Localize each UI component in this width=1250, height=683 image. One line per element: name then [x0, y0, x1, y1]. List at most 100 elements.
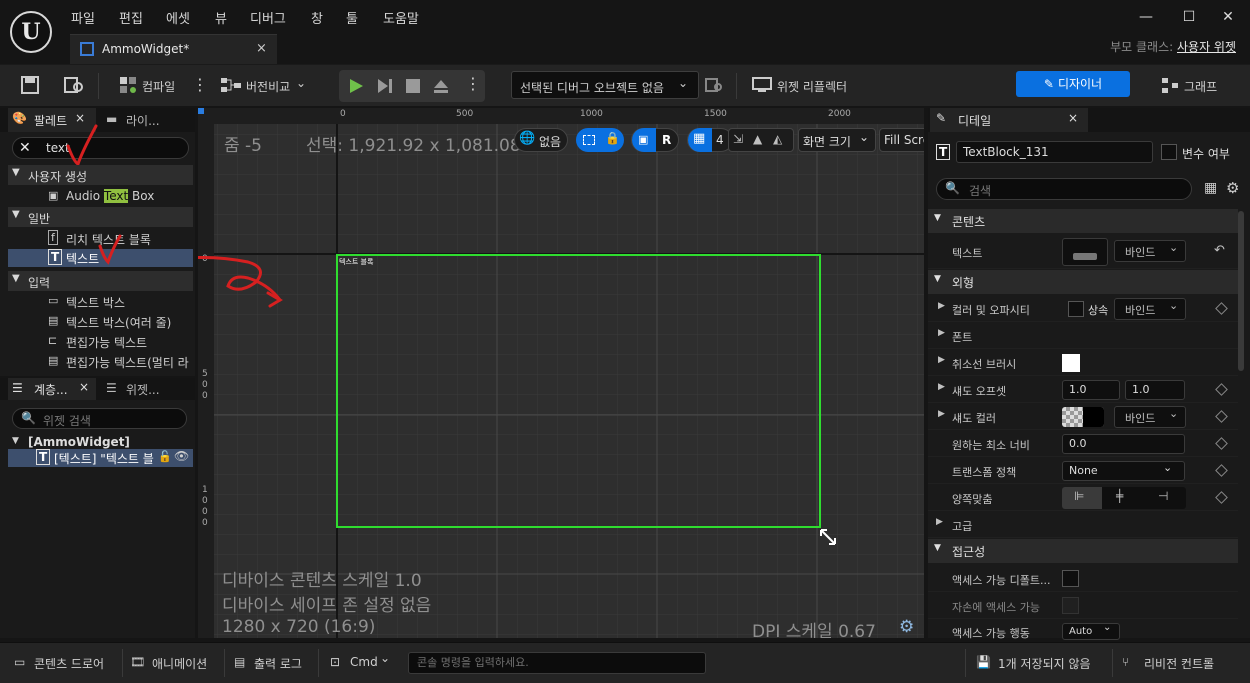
- keyframe-diamond-icon[interactable]: [1215, 410, 1228, 423]
- menu-view[interactable]: 뷰: [215, 8, 227, 28]
- content-drawer-button[interactable]: ▭ 콘텐츠 드로어: [8, 643, 120, 683]
- section-accessibility[interactable]: ▼ 접근성: [928, 539, 1238, 563]
- justify-center-button[interactable]: ╪: [1102, 487, 1144, 509]
- inherit-checkbox[interactable]: [1068, 301, 1084, 317]
- widget-reflector-button[interactable]: 위젯 리플렉터: [777, 78, 847, 95]
- menu-tools[interactable]: 툴: [346, 8, 358, 28]
- maximize-button[interactable]: ☐: [1179, 9, 1199, 27]
- fill-screen-dropdown[interactable]: Fill Scre: [879, 128, 924, 152]
- bind-dropdown[interactable]: 바인드 ⌄: [1114, 298, 1186, 320]
- menu-help[interactable]: 도움말: [383, 8, 419, 28]
- menu-window[interactable]: 창: [311, 8, 323, 28]
- stop-icon[interactable]: [405, 78, 421, 94]
- shadow-color-swatch[interactable]: [1062, 407, 1104, 427]
- reset-icon[interactable]: ↶: [1214, 243, 1225, 258]
- view-mode-buttons[interactable]: ⇲ ▲ ◭: [728, 128, 794, 152]
- tab-widget-bindings[interactable]: ☰ 위젯...: [104, 378, 194, 400]
- bind-dropdown[interactable]: 바인드 ⌄: [1114, 240, 1186, 262]
- respect-lock-toggle[interactable]: ▣ R: [631, 128, 679, 152]
- details-search-input[interactable]: 검색: [969, 182, 991, 199]
- expand-arrow-icon[interactable]: ▶: [938, 409, 945, 419]
- expand-arrow-icon[interactable]: ▶: [938, 301, 945, 311]
- unsaved-assets-button[interactable]: 💾 1개 저장되지 않음: [972, 643, 1108, 683]
- lock-icon[interactable]: 🔓: [158, 450, 172, 463]
- eject-icon[interactable]: [432, 77, 450, 95]
- widget-name-field[interactable]: TextBlock_131: [956, 141, 1153, 163]
- menu-asset[interactable]: 에셋: [166, 8, 190, 28]
- property-matrix-icon[interactable]: ▦: [1204, 180, 1217, 196]
- palette-item-audio-text-box[interactable]: ▣ Audio Text Box: [48, 188, 193, 206]
- parent-class-link[interactable]: 사용자 위젯: [1177, 40, 1236, 54]
- resize-handle-icon[interactable]: [819, 528, 837, 546]
- cmd-dropdown[interactable]: ⊡ Cmd ⌄: [326, 643, 402, 683]
- animation-button[interactable]: 🎞 애니메이션: [126, 643, 222, 683]
- is-variable-checkbox[interactable]: [1161, 144, 1177, 160]
- expand-arrow-icon[interactable]: ▶: [938, 382, 945, 392]
- keyframe-diamond-icon[interactable]: [1215, 302, 1228, 315]
- compile-options-icon[interactable]: ⋮: [192, 75, 208, 94]
- text-value-field[interactable]: [1062, 238, 1108, 266]
- tab-hierarchy[interactable]: ☰ 계층... ×: [8, 378, 96, 400]
- keyframe-diamond-icon[interactable]: [1215, 464, 1228, 477]
- keyframe-diamond-icon[interactable]: [1215, 437, 1228, 450]
- graph-button[interactable]: 그래프: [1184, 78, 1217, 95]
- justify-left-button[interactable]: ⊫: [1062, 487, 1102, 509]
- shadow-offset-y-field[interactable]: 1.0: [1125, 380, 1185, 400]
- justify-right-button[interactable]: ⊣: [1144, 487, 1186, 509]
- clear-search-icon[interactable]: ✕: [19, 140, 31, 156]
- palette-search[interactable]: ✕ text: [12, 137, 189, 159]
- play-options-icon[interactable]: ⋮: [465, 74, 481, 93]
- save-icon[interactable]: [20, 75, 40, 95]
- minimize-button[interactable]: —: [1136, 9, 1156, 27]
- designer-button[interactable]: ✎ 디자이너: [1016, 71, 1130, 97]
- min-width-field[interactable]: 0.0: [1062, 434, 1185, 454]
- hierarchy-item-text-block[interactable]: T [텍스트] "텍스트 블 🔓 👁: [8, 449, 193, 467]
- diff-button[interactable]: 버전비교: [246, 78, 290, 95]
- palette-item-text-box[interactable]: ▭ 텍스트 박스: [48, 293, 193, 311]
- bind-dropdown[interactable]: 바인드 ⌄: [1114, 406, 1186, 428]
- compile-icon[interactable]: [118, 75, 138, 95]
- palette-item-multiline-text-box[interactable]: ▤ 텍스트 박스(여러 줄): [48, 313, 193, 331]
- tab-details[interactable]: ✎ 디테일 ×: [930, 108, 1088, 132]
- output-log-button[interactable]: ▤ 출력 로그: [230, 643, 314, 683]
- grid-snap-toggle[interactable]: ▦ 4: [687, 128, 733, 152]
- transform-policy-dropdown[interactable]: None ⌄: [1062, 461, 1185, 481]
- children-accessible-checkbox[interactable]: [1062, 597, 1079, 614]
- localization-preview-button[interactable]: 🌐 없음: [514, 128, 568, 152]
- play-icon[interactable]: [347, 77, 365, 95]
- settings-gear-icon[interactable]: ⚙: [1226, 179, 1239, 197]
- menu-edit[interactable]: 편집: [119, 8, 143, 28]
- expand-arrow-icon[interactable]: ▶: [938, 328, 945, 338]
- palette-item-editable-multiline[interactable]: ▤ 편집가능 텍스트(멀티 라: [48, 353, 193, 371]
- unreal-logo[interactable]: U: [10, 11, 52, 53]
- property-advanced[interactable]: ▶ 고급: [928, 511, 1238, 538]
- details-search[interactable]: 🔍 검색: [936, 178, 1192, 200]
- category-input[interactable]: ▼ 입력: [8, 271, 193, 291]
- section-appearance[interactable]: ▼ 외형: [928, 270, 1238, 294]
- menu-file[interactable]: 파일: [71, 8, 95, 28]
- tab-library[interactable]: ▬ 라이...: [104, 108, 194, 132]
- accessible-default-checkbox[interactable]: [1062, 570, 1079, 587]
- browse-debug-icon[interactable]: [705, 76, 723, 94]
- close-tab-icon[interactable]: ×: [256, 41, 267, 56]
- advance-frame-icon[interactable]: [376, 77, 394, 95]
- revision-control-button[interactable]: ⑂ 리비전 컨트롤: [1120, 643, 1246, 683]
- diff-dropdown-icon[interactable]: ⌄: [296, 76, 306, 90]
- expand-arrow-icon[interactable]: ▶: [938, 355, 945, 365]
- close-details-icon[interactable]: ×: [1068, 111, 1078, 125]
- hierarchy-search[interactable]: 🔍 위젯 검색: [12, 408, 187, 429]
- designer-viewport[interactable]: 0 500 1000 1500 2000 0 5 0 0 1 0 0 0 줌 -…: [198, 108, 924, 638]
- visibility-icon[interactable]: 👁: [174, 449, 189, 463]
- close-hierarchy-icon[interactable]: ×: [79, 380, 89, 394]
- keyframe-diamond-icon[interactable]: [1215, 491, 1228, 504]
- details-scrollbar[interactable]: [1238, 211, 1244, 371]
- console-command-input[interactable]: 콘솔 명령을 입력하세요.: [408, 652, 706, 674]
- dpi-settings-icon[interactable]: ⚙: [899, 617, 914, 637]
- hierarchy-search-input[interactable]: 위젯 검색: [43, 412, 91, 429]
- screen-size-dropdown[interactable]: 화면 크기 ⌄: [798, 128, 876, 152]
- browse-asset-icon[interactable]: [63, 75, 85, 95]
- strike-brush-swatch[interactable]: [1062, 354, 1080, 372]
- compile-button[interactable]: 컴파일: [142, 78, 175, 95]
- category-common[interactable]: ▼ 일반: [8, 207, 193, 227]
- debug-object-dropdown[interactable]: 선택된 디버그 오브젝트 없음 ⌄: [511, 71, 699, 99]
